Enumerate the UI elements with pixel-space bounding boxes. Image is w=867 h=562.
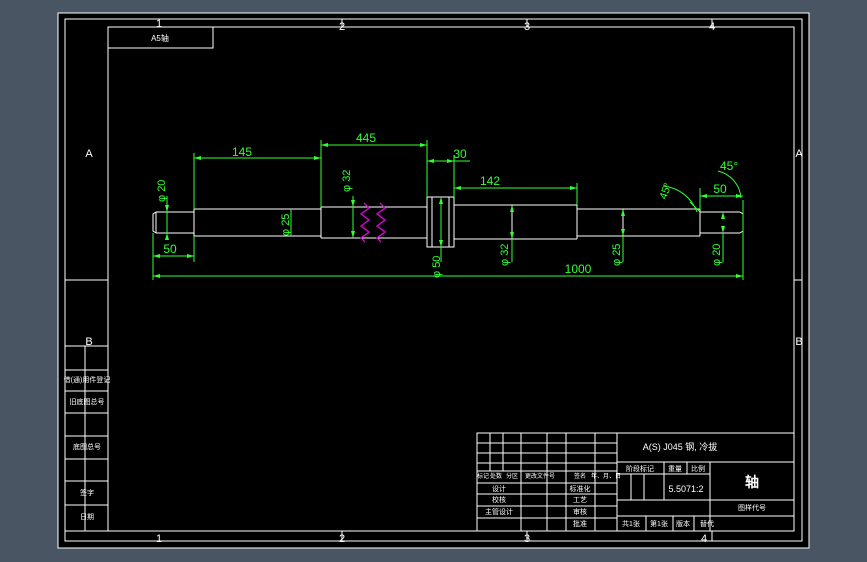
stage-label-3: 比例 <box>691 464 705 473</box>
title-block-drawing-number: 图样代号 <box>738 503 766 512</box>
header-col-4: 更改文件号 <box>525 472 555 480</box>
cad-drawing-sheet: 1 2 3 4 1 2 3 4 A B A B A5轴 145 445 30 1… <box>57 12 810 549</box>
dim-chamfer-45-right: 45° <box>720 159 738 173</box>
row-mid-1: 标准化 <box>570 484 591 493</box>
zone-col-top-4: 4 <box>709 21 715 33</box>
row-mid-3: 审核 <box>573 507 587 516</box>
header-col-1: 标记 <box>477 472 489 480</box>
row-mid-2: 工艺 <box>573 496 587 504</box>
sheet-info-1: 共1张 <box>622 519 640 528</box>
stage-label-1: 阶段标记 <box>626 464 654 473</box>
header-col-3: 分区 <box>506 472 518 480</box>
zone-row-right-b: B <box>795 336 802 348</box>
dim-445: 445 <box>356 131 376 145</box>
header-col-2: 处数 <box>490 472 502 480</box>
side-panel-entry-4: 签字 <box>80 488 94 497</box>
dim-145: 145 <box>232 145 252 159</box>
title-block-material: A(S) J045 钢, 冷拔 <box>643 441 718 452</box>
stage-label-2: 重量 <box>668 465 682 473</box>
zone-row-right-a: A <box>795 148 803 160</box>
side-panel-entry-1: 借(通)用件登记 <box>64 375 111 384</box>
side-panel-entry-2: 旧底图总号 <box>70 397 105 406</box>
side-panel-entry-3: 底图总号 <box>73 442 101 451</box>
row-left-2: 校核 <box>492 495 506 504</box>
dim-30: 30 <box>453 147 467 161</box>
sheet-info-2: 第1张 <box>650 519 668 528</box>
zone-row-left-a: A <box>85 148 93 160</box>
title-block-part-name: 轴 <box>745 474 759 490</box>
dim-dia-25-left: φ 25 <box>280 214 292 236</box>
sheet-info-3: 版本 <box>676 519 690 528</box>
zone-col-bottom-1: 1 <box>156 533 162 545</box>
row-left-1: 设计 <box>492 484 506 493</box>
zone-col-top-3: 3 <box>524 21 530 33</box>
dim-dia-20-right: φ 20 <box>711 244 723 266</box>
title-block-scale-value: 5.5071:2 <box>668 484 703 494</box>
dim-dia-50: φ 50 <box>431 256 443 278</box>
dim-dia-20-left: φ 20 <box>156 180 168 202</box>
dim-50-left: 50 <box>163 242 177 256</box>
dim-dia-25-right: φ 25 <box>611 244 623 266</box>
side-panel-entry-5: 日期 <box>80 513 94 521</box>
zone-col-top-2: 2 <box>339 21 345 33</box>
sheet-info-4: 替代 <box>700 519 714 528</box>
dim-dia-32-top: φ 32 <box>341 170 353 192</box>
zone-col-bottom-4: 4 <box>701 533 707 545</box>
header-col-6: 年、月、日 <box>591 472 621 480</box>
zone-col-bottom-2: 2 <box>339 533 345 545</box>
dim-1000: 1000 <box>565 262 592 276</box>
dim-50-right: 50 <box>713 182 727 196</box>
dim-dia-32-bottom: φ 32 <box>499 244 511 266</box>
header-col-5: 签名 <box>574 472 586 480</box>
zone-col-bottom-3: 3 <box>524 533 530 545</box>
dim-142: 142 <box>480 174 500 188</box>
row-left-3: 主管设计 <box>485 507 513 516</box>
row-mid-4: 批准 <box>573 519 587 528</box>
drawing-code-text: A5轴 <box>151 33 169 43</box>
zone-col-top-1: 1 <box>156 18 162 30</box>
